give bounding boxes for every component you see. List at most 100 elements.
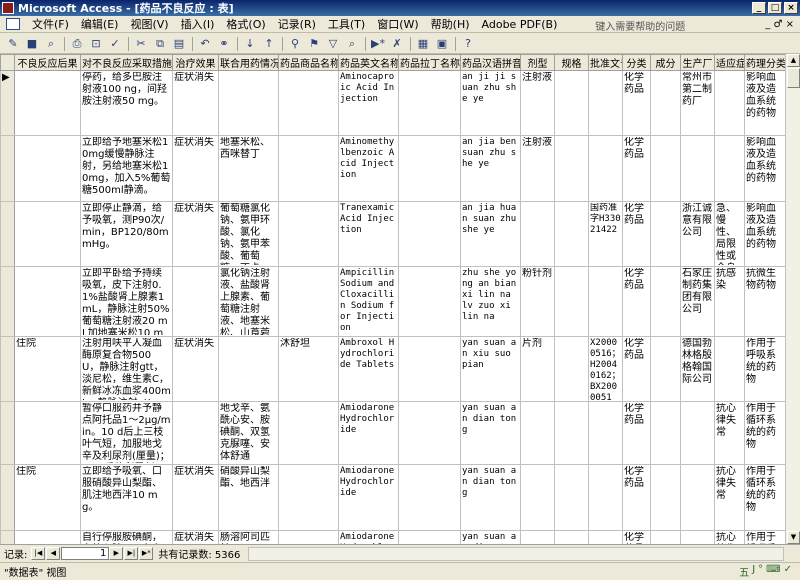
table-cell[interactable]: 暂停口服药并予静点阿托品1～2μg/min。10 d后上三枝叶气短，加服地戈辛及… <box>80 401 173 465</box>
maximize-button[interactable]: □ <box>768 2 782 14</box>
table-cell[interactable]: zhu she yong an bian xi lin na lv zuo xi… <box>460 266 521 337</box>
table-cell[interactable]: 症状消失 <box>172 70 219 136</box>
table-cell[interactable] <box>554 135 589 202</box>
table-cell[interactable]: Amiodarone Hydrochloride <box>338 401 399 465</box>
table-cell[interactable]: an ji ji suan zhu she ye <box>460 70 521 136</box>
table-cell[interactable] <box>520 201 555 267</box>
table-cell[interactable] <box>650 201 681 267</box>
menu-records[interactable]: 记录(R) <box>272 16 322 32</box>
ime-keyboard-icon[interactable]: ⌨ <box>766 564 780 579</box>
table-cell[interactable] <box>14 135 81 202</box>
table-cell[interactable]: 地戈辛、氨酰心安、胺碘酮、双氢克脲噻、安体舒通 <box>218 401 279 465</box>
record-selector[interactable] <box>0 530 15 544</box>
record-selector[interactable] <box>0 464 15 531</box>
access-app-icon[interactable] <box>2 2 14 14</box>
column-header[interactable]: 联合用药情况 <box>218 54 279 71</box>
column-header[interactable]: 成分 <box>650 54 681 71</box>
table-cell[interactable]: 氯化钠注射液、盐酸肾上腺素、葡萄糖注射液、地塞米松、山莨菪 <box>218 266 279 337</box>
table-cell[interactable]: 住院 <box>14 464 81 531</box>
table-row[interactable]: 自行停服胺碘酮，安静心脏500水含剂量 症状消失肠溶阿司匹林50 mg Amioda… <box>0 530 786 544</box>
menu-file[interactable]: 文件(F) <box>26 16 75 32</box>
row-selector-header[interactable] <box>0 54 15 71</box>
datasheet-grid[interactable]: 不良反应后果 对不良反应采取措施 治疗效果 联合用药情况 药品商品名称 药品英文名称 药品拉… <box>0 54 800 544</box>
column-header[interactable]: 分类 <box>622 54 651 71</box>
table-cell[interactable]: 作用于呼吸系统的药物 <box>744 336 786 402</box>
table-cell[interactable] <box>278 464 339 531</box>
table-cell[interactable]: Amiodarone Hydrochloride <box>338 530 399 544</box>
table-cell[interactable]: 影响血液及造血系统的药物 <box>744 201 786 267</box>
first-record-icon[interactable]: |◀ <box>31 547 46 560</box>
next-record-icon[interactable]: ▶ <box>109 547 124 560</box>
current-record-input[interactable]: 1 <box>61 547 110 560</box>
document-window-controls[interactable]: _ ♂ × <box>765 19 794 30</box>
table-cell[interactable] <box>650 401 681 465</box>
table-cell[interactable] <box>398 401 461 465</box>
paste-icon[interactable]: ▤ <box>170 36 188 52</box>
table-cell[interactable]: 肠溶阿司匹林50 mg <box>218 530 279 544</box>
table-cell[interactable] <box>554 464 589 531</box>
table-cell[interactable]: 沐舒坦 <box>278 336 339 402</box>
table-cell[interactable] <box>278 70 339 136</box>
table-cell[interactable]: 立即给予地塞米松10mg缓慢静脉注射，另给地塞米松10mg，加入5%葡萄糖500… <box>80 135 173 202</box>
table-cell[interactable] <box>398 201 461 267</box>
hyperlink-icon[interactable]: ⚭ <box>215 36 233 52</box>
menu-tools[interactable]: 工具(T) <box>322 16 371 32</box>
table-cell[interactable] <box>278 266 339 337</box>
table-cell[interactable] <box>680 135 715 202</box>
table-cell[interactable] <box>714 135 745 202</box>
table-cell[interactable]: Aminomethylbenzoic Acid Injection <box>338 135 399 202</box>
table-cell[interactable] <box>554 201 589 267</box>
table-cell[interactable]: 抗心律失常 <box>714 401 745 465</box>
table-cell[interactable]: an jia huan suan zhu she ye <box>460 201 521 267</box>
table-cell[interactable]: 影响血液及造血系统的药物 <box>744 70 786 136</box>
table-cell[interactable] <box>218 336 279 402</box>
table-cell[interactable]: 作用于循环系统的药物 <box>744 464 786 531</box>
new-object-icon[interactable]: ▣ <box>433 36 451 52</box>
spell-check-icon[interactable]: ✓ <box>106 36 124 52</box>
delete-record-icon[interactable]: ✗ <box>388 36 406 52</box>
column-header[interactable]: 适应症 <box>714 54 745 71</box>
table-cell[interactable]: 化学药品 <box>622 530 651 544</box>
table-cell[interactable] <box>680 401 715 465</box>
column-header[interactable]: 剂型 <box>520 54 555 71</box>
table-cell[interactable]: 化学药品 <box>622 464 651 531</box>
table-cell[interactable] <box>680 530 715 544</box>
column-header[interactable]: 批准文号 <box>588 54 623 71</box>
table-cell[interactable]: an jia ben suan zhu she ye <box>460 135 521 202</box>
table-cell[interactable]: 作用于循环系统的药物 <box>744 530 786 544</box>
table-cell[interactable] <box>554 401 589 465</box>
copy-icon[interactable]: ⧉ <box>151 36 169 52</box>
column-header[interactable]: 药理分类 <box>744 54 786 71</box>
table-cell[interactable] <box>398 336 461 402</box>
table-cell[interactable]: yan suan an xiu suo pian <box>460 336 521 402</box>
table-cell[interactable]: 立即停止静滴，给予吸氧，测P90次/min，BP120/80mmHg。 <box>80 201 173 267</box>
table-cell[interactable] <box>650 464 681 531</box>
menu-view[interactable]: 视图(V) <box>124 16 174 32</box>
table-cell[interactable]: 浙江诚意有限公司 <box>680 201 715 267</box>
table-cell[interactable]: 影响血液及造血系统的药物 <box>744 135 786 202</box>
column-header[interactable]: 药品英文名称 <box>338 54 399 71</box>
design-view-icon[interactable]: ✎ <box>4 36 22 52</box>
table-doc-icon[interactable] <box>6 18 20 30</box>
column-header[interactable]: 生产厂 <box>680 54 715 71</box>
table-cell[interactable] <box>278 201 339 267</box>
table-cell[interactable] <box>554 530 589 544</box>
column-header[interactable]: 药品商品名称 <box>278 54 339 71</box>
ime-width-icon[interactable]: J <box>752 564 755 579</box>
table-cell[interactable]: 立即平卧给予持续吸氧，皮下注射0.1%盐酸肾上腺素1 mL，静脉注射50%葡萄糖… <box>80 266 173 337</box>
ime-settings-icon[interactable]: ✓ <box>784 564 792 579</box>
menu-edit[interactable]: 编辑(E) <box>75 16 125 32</box>
table-cell[interactable]: 化学药品 <box>622 401 651 465</box>
print-preview-icon[interactable]: ⊡ <box>87 36 105 52</box>
table-row[interactable]: 立即平卧给予持续吸氧，皮下注射0.1%盐酸肾上腺素1 mL，静脉注射50%葡萄糖… <box>0 266 786 337</box>
print-icon[interactable]: ⎙ <box>68 36 86 52</box>
column-header[interactable]: 规格 <box>554 54 589 71</box>
sort-descending-icon[interactable]: ↑ <box>260 36 278 52</box>
table-cell[interactable]: 症状消失 <box>172 464 219 531</box>
table-cell[interactable]: Aminocaproic Acid Injection <box>338 70 399 136</box>
table-cell[interactable]: 抗感染 <box>714 266 745 337</box>
table-cell[interactable] <box>398 464 461 531</box>
help-icon[interactable]: ? <box>459 36 477 52</box>
column-header[interactable]: 药品拉丁名称 <box>398 54 461 71</box>
column-header[interactable]: 不良反应后果 <box>14 54 81 71</box>
